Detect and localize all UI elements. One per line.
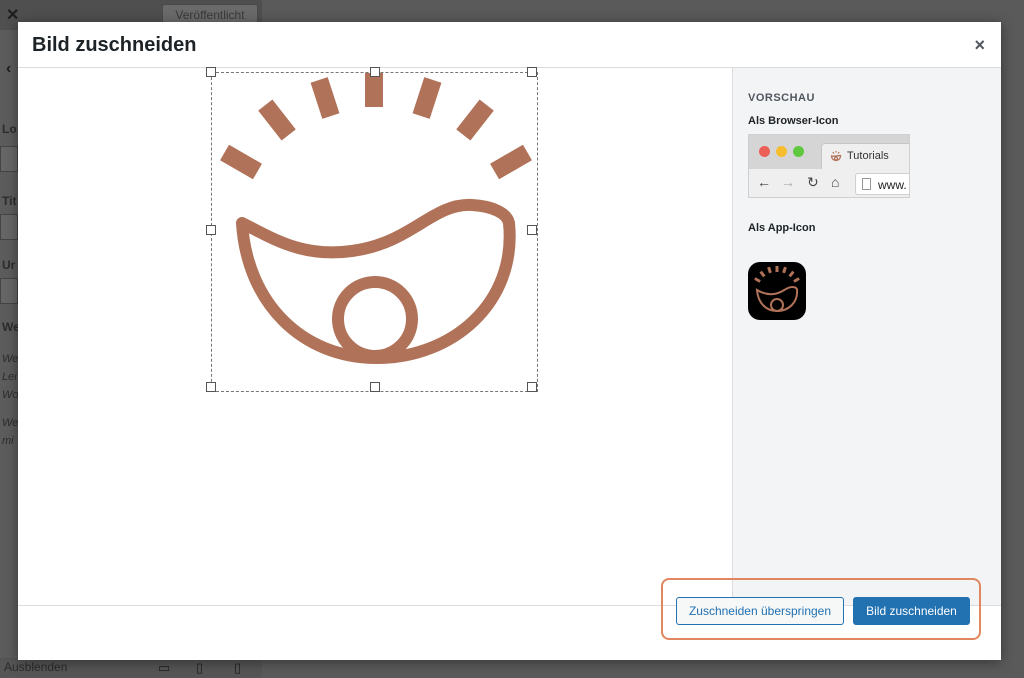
browser-toolbar: ← → ↻ ⌂ www. bbox=[749, 169, 909, 197]
sidebar-label: Ur bbox=[2, 258, 16, 272]
crop-handle[interactable] bbox=[527, 67, 537, 77]
modal-title: Bild zuschneiden bbox=[32, 34, 197, 56]
back-chevron-icon: ‹ bbox=[6, 60, 12, 77]
browser-tab: Tutorials bbox=[821, 143, 909, 169]
crop-handle[interactable] bbox=[206, 382, 216, 392]
browser-icon-heading: Als Browser-Icon bbox=[748, 115, 839, 127]
sidebar-help-text: Lei bbox=[2, 371, 17, 383]
preview-sidebar: VORSCHAU Als Browser-Icon Tutorials ← → … bbox=[732, 68, 1001, 605]
crop-handle[interactable] bbox=[370, 382, 380, 392]
app-icon-logo bbox=[754, 266, 800, 313]
browser-url-text: www. bbox=[878, 178, 907, 192]
crop-handle[interactable] bbox=[527, 225, 537, 235]
app-icon-heading: Als App-Icon bbox=[748, 222, 816, 234]
favicon-icon bbox=[830, 151, 842, 162]
browser-url-bar: www. bbox=[855, 173, 909, 195]
sidebar-label: Lo bbox=[2, 122, 17, 136]
minimize-dot-icon bbox=[776, 146, 787, 157]
crop-handle[interactable] bbox=[527, 382, 537, 392]
preview-heading: VORSCHAU bbox=[748, 92, 815, 104]
crop-handle[interactable] bbox=[370, 67, 380, 77]
modal-header: Bild zuschneiden × bbox=[18, 22, 1001, 68]
back-arrow-icon: ← bbox=[757, 174, 771, 190]
close-icon[interactable]: × bbox=[974, 35, 985, 56]
app-icon-preview bbox=[748, 262, 806, 320]
hide-controls-label: Ausblenden bbox=[4, 660, 68, 674]
sidebar-help-text: We bbox=[2, 417, 19, 429]
tablet-icon: ▯ bbox=[196, 660, 204, 675]
mobile-icon: ▯ bbox=[234, 660, 242, 675]
crop-image-modal: Bild zuschneiden × VORSCHAU Als Browser-… bbox=[18, 22, 1001, 660]
browser-tab-label: Tutorials bbox=[847, 150, 889, 162]
sidebar-help-text: Wo bbox=[2, 389, 19, 401]
reload-icon: ↻ bbox=[807, 174, 819, 190]
browser-icon-preview: Tutorials ← → ↻ ⌂ www. bbox=[748, 134, 910, 198]
eye-sunrise-logo bbox=[220, 73, 532, 364]
forward-arrow-icon: → bbox=[781, 174, 795, 190]
sidebar-help-text: mi bbox=[2, 435, 14, 447]
maximize-dot-icon bbox=[793, 146, 804, 157]
page-icon bbox=[862, 178, 871, 190]
sidebar-help-text: We bbox=[2, 353, 19, 365]
close-dot-icon bbox=[759, 146, 770, 157]
crop-selection[interactable] bbox=[211, 72, 538, 392]
crop-image-button[interactable]: Bild zuschneiden bbox=[853, 597, 970, 625]
crop-handle[interactable] bbox=[206, 67, 216, 77]
crop-area bbox=[18, 67, 732, 605]
sidebar-field bbox=[0, 278, 18, 304]
desktop-icon: ▭ bbox=[158, 660, 171, 675]
browser-tab-strip: Tutorials bbox=[749, 135, 909, 169]
sidebar-field bbox=[0, 146, 18, 172]
skip-crop-button[interactable]: Zuschneiden überspringen bbox=[676, 597, 844, 625]
crop-handle[interactable] bbox=[206, 225, 216, 235]
sidebar-label: Tit bbox=[2, 194, 17, 208]
sidebar-field bbox=[0, 214, 18, 240]
home-icon: ⌂ bbox=[831, 174, 840, 190]
